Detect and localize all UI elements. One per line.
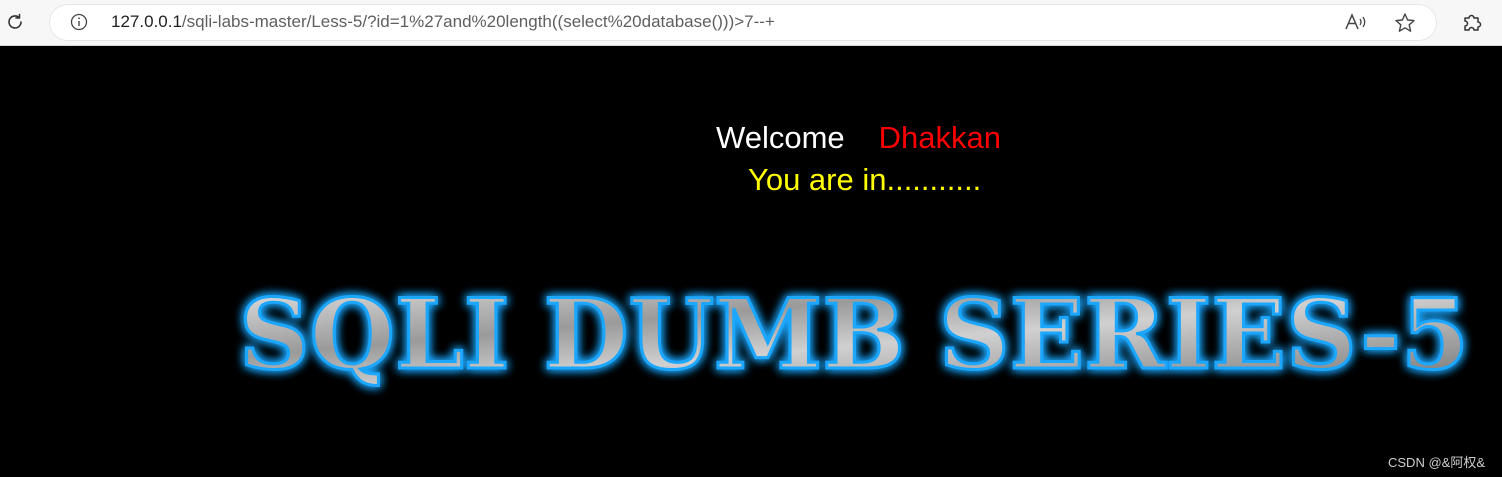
welcome-line: Welcome Dhakkan [716, 120, 1001, 156]
url-text[interactable]: 127.0.0.1/sqli-labs-master/Less-5/?id=1%… [111, 12, 775, 32]
read-aloud-icon[interactable] [1344, 12, 1368, 32]
user-name: Dhakkan [878, 120, 1001, 155]
watermark: CSDN @&阿权& [1388, 455, 1485, 470]
banner-text: SQLI DUMB SERIES-5 [239, 278, 1469, 391]
browser-toolbar: 127.0.0.1/sqli-labs-master/Less-5/?id=1%… [0, 0, 1502, 46]
favorite-star-icon[interactable] [1393, 11, 1417, 35]
extensions-icon[interactable] [1460, 10, 1484, 34]
welcome-text: Welcome [716, 120, 845, 155]
series-banner-image: SQLI DUMB SERIES-5 [238, 277, 1471, 393]
site-info-icon[interactable] [70, 13, 88, 31]
url-path: /sqli-labs-master/Less-5/?id=1%27and%20l… [181, 12, 775, 31]
reload-icon[interactable] [4, 11, 26, 33]
status-message: You are in........... [748, 162, 982, 197]
url-host: 127.0.0.1 [111, 12, 182, 31]
